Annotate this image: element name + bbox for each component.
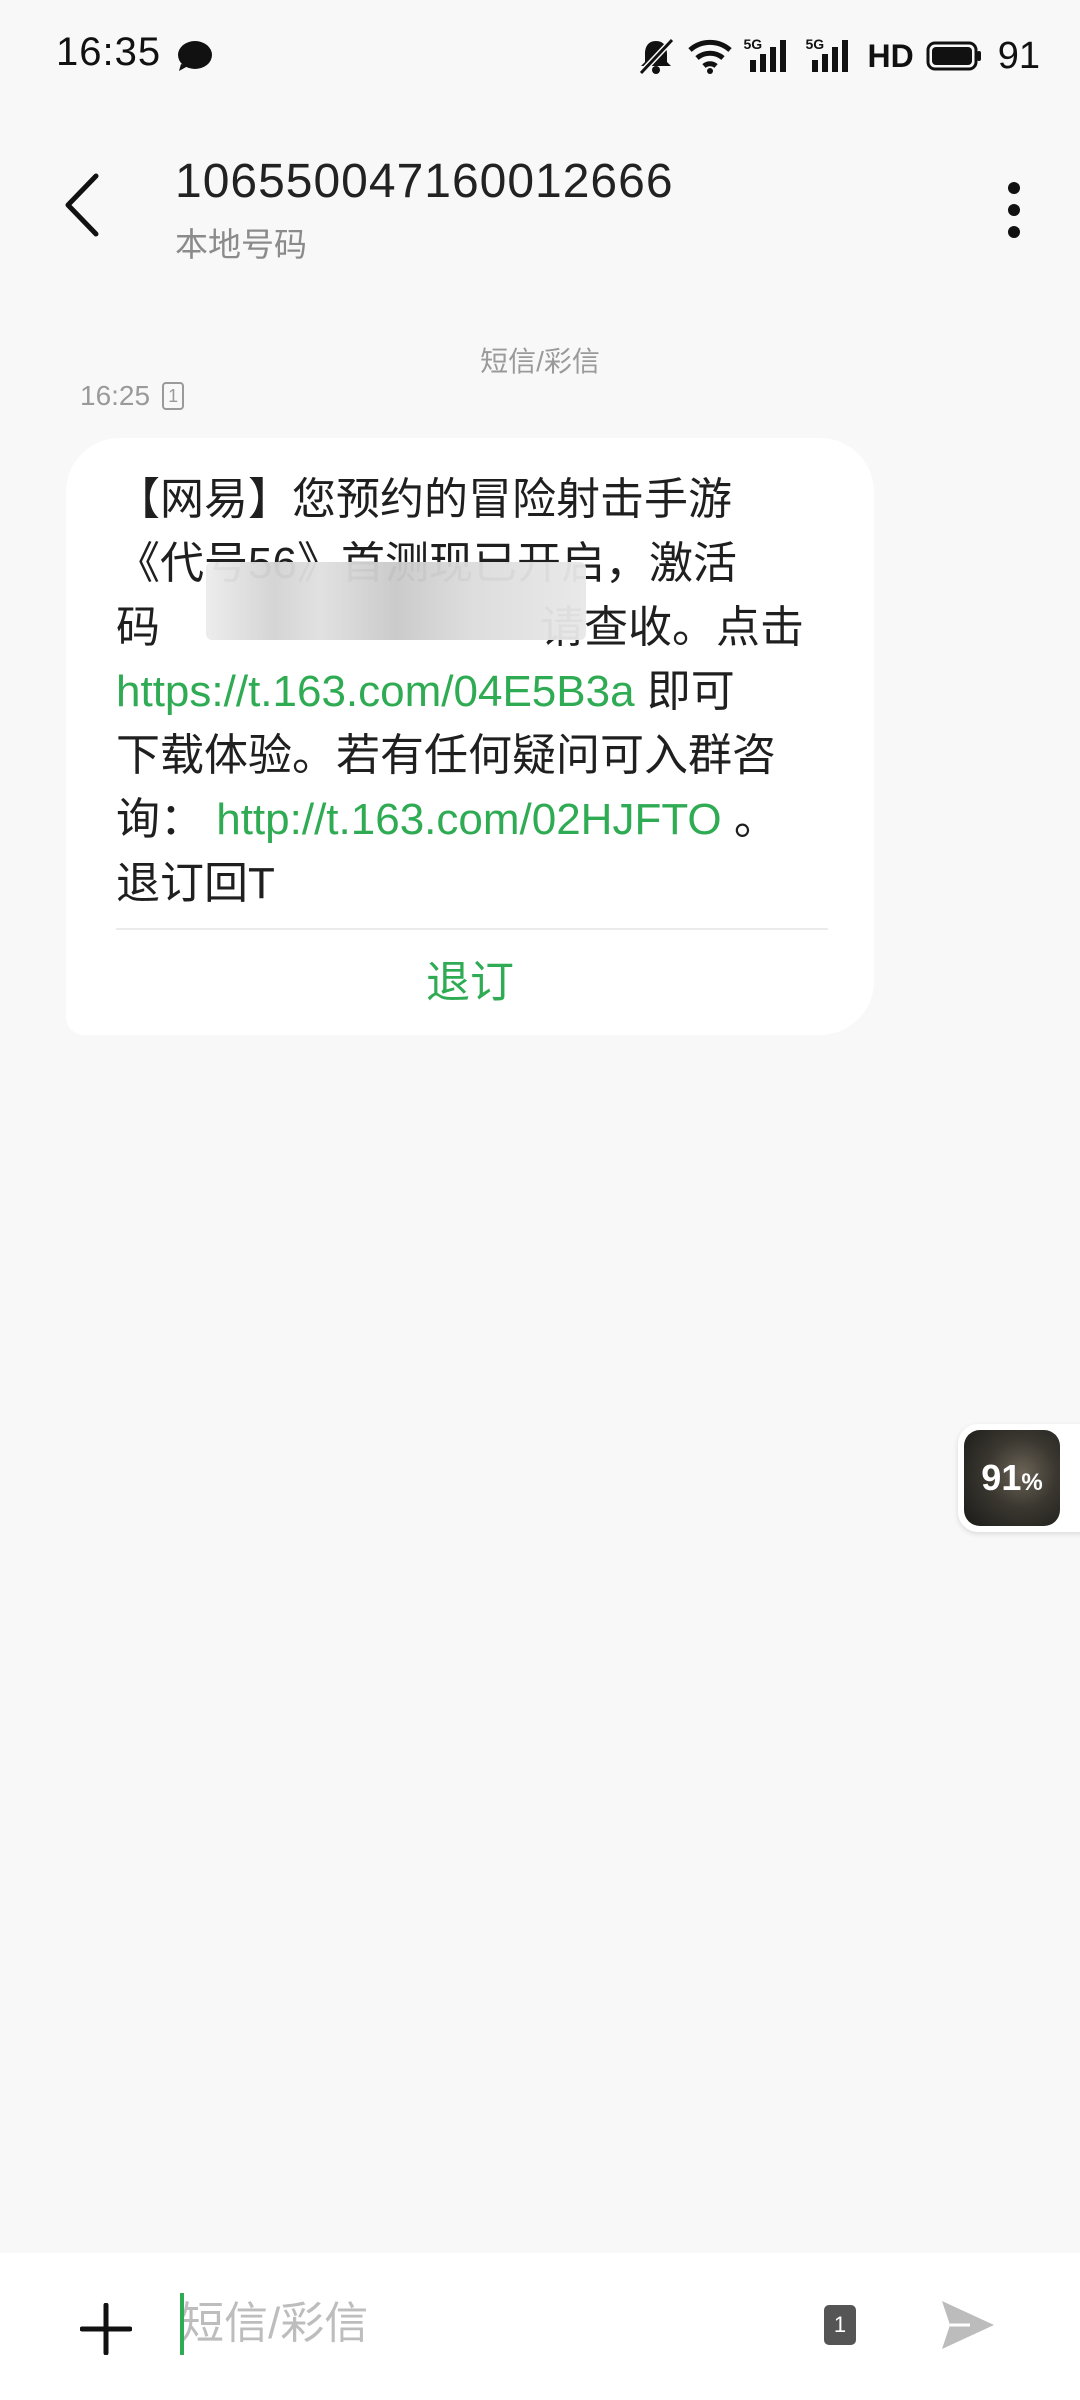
wifi-icon (687, 39, 732, 74)
group-link[interactable]: http://t.163.com/02HJFTO (216, 795, 721, 844)
send-icon[interactable] (940, 2299, 996, 2351)
battery-level: 91 (997, 34, 1040, 77)
message-bubble[interactable]: 【网易】您预约的冒险射击手游 《代号56》首测现已开启，激活 码请查收。点击 h… (66, 438, 874, 1035)
sim-card-icon: 1 (162, 382, 185, 410)
unsubscribe-button[interactable]: 退订 (66, 946, 874, 1010)
download-link[interactable]: https://t.163.com/04E5B3a (116, 667, 635, 716)
signal-icon (749, 40, 786, 72)
status-bar: 16:35 5G 5G HD 91 (0, 0, 1080, 110)
back-arrow-icon[interactable] (60, 172, 104, 238)
message-line: 询： http://t.163.com/02HJFTO 。 (116, 795, 778, 844)
message-line: 退订回T (116, 859, 275, 908)
battery-icon (926, 41, 981, 71)
status-time: 16:35 (56, 30, 162, 74)
chat-bubble-icon (178, 41, 212, 71)
more-options-icon[interactable] (1004, 180, 1024, 240)
redacted-code (206, 562, 586, 640)
bubble-divider (116, 928, 828, 930)
add-attachment-icon[interactable] (80, 2303, 132, 2355)
widget-percent: 91% (981, 1457, 1043, 1498)
signal-5g-icon: 5G (744, 36, 794, 76)
message-input[interactable] (180, 2293, 780, 2355)
floating-widget[interactable]: 91% (958, 1424, 1080, 1532)
message-line: 下载体验。若有任何疑问可入群咨 (116, 731, 776, 780)
message-line: 【网易】您预约的冒险射击手游 (116, 475, 732, 524)
sender-location: 本地号码 (175, 226, 307, 263)
sender-number: 10655004716001266​6 (175, 155, 674, 208)
hd-icon: HD (867, 37, 914, 74)
signal-5g-icon-2: 5G (806, 36, 856, 76)
composer-bar: 1 (0, 2253, 1080, 2400)
message-time: 16:25 (80, 380, 151, 411)
text-cursor (180, 2293, 184, 2355)
sim-select-icon[interactable]: 1 (824, 2305, 856, 2345)
conversation-header: 10655004716001266​6 本地号码 (0, 130, 1080, 270)
message-meta: 16:25 1 (80, 380, 185, 412)
message-line: https://t.163.com/04E5B3a 即可 (116, 667, 735, 716)
message-body: 【网易】您预约的冒险射击手游 《代号56》首测现已开启，激活 码请查收。点击 h… (116, 468, 826, 916)
mute-icon (638, 37, 674, 76)
message-type-label: 短信/彩信 (480, 346, 600, 377)
widget-thumbnail: 91% (964, 1430, 1060, 1526)
signal-icon (811, 40, 848, 72)
